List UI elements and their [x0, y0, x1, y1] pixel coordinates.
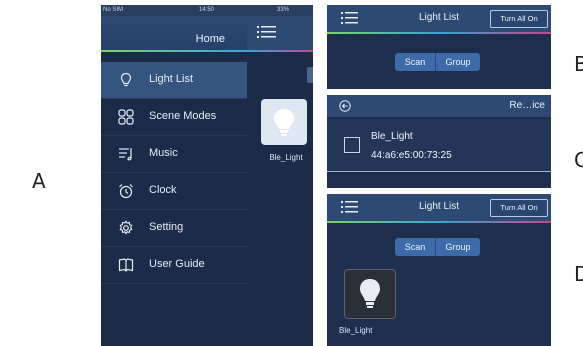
- header-divider: [327, 221, 551, 223]
- drawer-title[interactable]: Home: [196, 33, 225, 45]
- menu-item-light-list[interactable]: Light List: [101, 62, 247, 99]
- nav-header: Re…ice: [327, 95, 551, 117]
- battery-level: 33%: [277, 7, 290, 13]
- device-mac-address: 44:a6:e5:00:73:25: [371, 150, 452, 161]
- book-icon: [118, 258, 134, 272]
- menu-label: Clock: [149, 184, 177, 196]
- light-tile[interactable]: [344, 269, 396, 319]
- light-list-screen-empty: Light List Turn All On Scan Group: [327, 5, 551, 89]
- nav-header: Light List Turn All On: [327, 194, 551, 221]
- menu-item-scene-modes[interactable]: Scene Modes: [101, 99, 247, 136]
- music-icon: [119, 148, 132, 161]
- header-divider: [327, 32, 551, 34]
- main-content-peek: [247, 52, 313, 346]
- menu-label: Music: [149, 147, 178, 159]
- panel-letter-c: C: [574, 148, 583, 172]
- gear-icon: [119, 220, 133, 235]
- device-name: Ble_Light: [371, 131, 413, 142]
- scan-button-peek[interactable]: [307, 67, 313, 83]
- menu-label: Scene Modes: [149, 110, 217, 122]
- back-icon[interactable]: [339, 100, 351, 112]
- group-button[interactable]: Group: [436, 238, 480, 256]
- panel-letter-b: B: [574, 52, 583, 76]
- scan-button[interactable]: Scan: [395, 53, 436, 71]
- scene-modes-icon: [118, 109, 134, 125]
- hamburger-menu-icon[interactable]: [257, 25, 277, 39]
- light-label: Ble_Light: [339, 326, 373, 335]
- alarm-clock-icon: [119, 184, 133, 199]
- device-checkbox[interactable]: [344, 137, 360, 153]
- page-title: Light List: [418, 201, 460, 212]
- panel-letter-d: D: [574, 262, 583, 286]
- page-title: Re…ice: [509, 100, 545, 111]
- menu-item-setting[interactable]: Setting: [101, 210, 247, 247]
- group-button[interactable]: Group: [436, 53, 480, 71]
- device-search-screen: Re…ice Ble_Light 44:a6:e5:00:73:25: [327, 95, 551, 188]
- light-tile[interactable]: [261, 99, 307, 145]
- menu-label: Light List: [149, 73, 194, 85]
- scan-button[interactable]: Scan: [395, 238, 436, 256]
- turn-all-on-button[interactable]: Turn All On: [490, 199, 548, 217]
- menu-item-clock[interactable]: Clock: [101, 173, 247, 210]
- panel-letter-a: A: [32, 169, 46, 193]
- carrier-label: No SIM: [103, 7, 124, 13]
- menu-item-music[interactable]: Music: [101, 136, 247, 173]
- menu-label: Setting: [149, 221, 184, 233]
- turn-all-on-button[interactable]: Turn All On: [490, 10, 548, 28]
- side-menu: Light List Scene Modes Music Clock Setti…: [101, 52, 247, 346]
- bulb-icon: [360, 279, 380, 308]
- hamburger-menu-icon[interactable]: [341, 11, 359, 25]
- light-list-screen-with-light: Light List Turn All On Scan Group Ble_Li…: [327, 194, 551, 346]
- status-bar: No SIM 14:50 33%: [101, 5, 313, 16]
- light-label: Ble_Light: [269, 153, 303, 162]
- status-time: 14:50: [199, 7, 215, 13]
- phone-screen-side-menu: No SIM 14:50 33% Home Ble_Light Light Li…: [101, 5, 313, 346]
- drawer-header: Home: [101, 16, 247, 50]
- nav-header: Light List Turn All On: [327, 5, 551, 32]
- menu-item-user-guide[interactable]: User Guide: [101, 247, 247, 284]
- hamburger-menu-icon[interactable]: [341, 200, 359, 214]
- bulb-icon: [274, 109, 294, 136]
- menu-label: User Guide: [149, 258, 205, 270]
- bulb-icon: [120, 72, 132, 87]
- device-row[interactable]: Ble_Light 44:a6:e5:00:73:25: [327, 119, 551, 172]
- page-title: Light List: [418, 12, 460, 23]
